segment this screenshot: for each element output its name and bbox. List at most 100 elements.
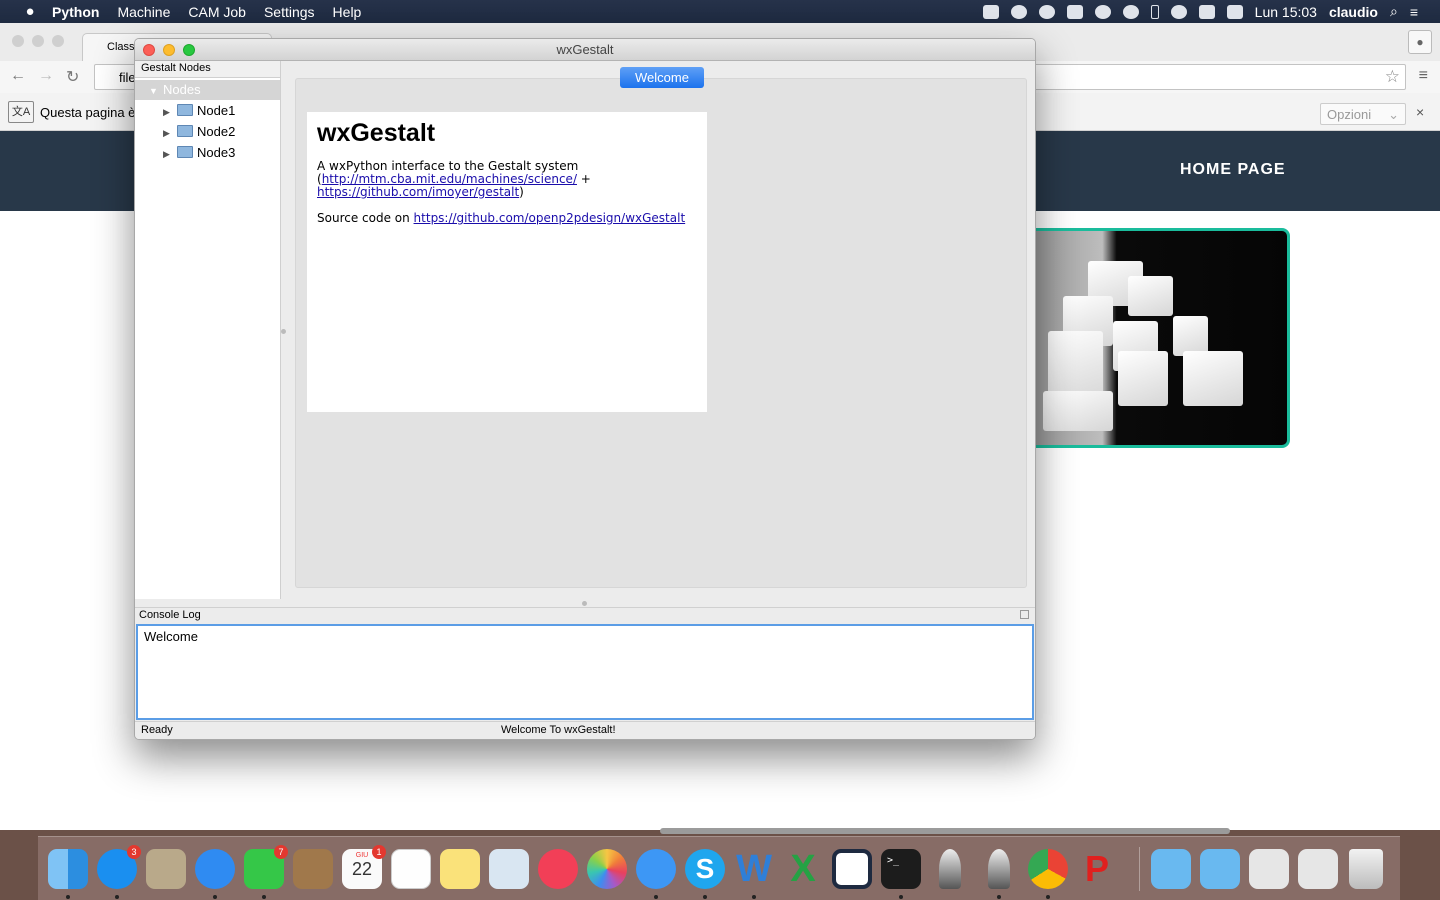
sync-icon[interactable] [1010,4,1027,19]
trash-icon[interactable] [1349,849,1383,889]
downloads-folder-icon[interactable] [1151,849,1191,889]
excel-icon[interactable]: X [783,849,823,889]
menu-settings[interactable]: Settings [264,4,315,20]
teamviewer-icon[interactable] [832,849,872,889]
home-page-link[interactable]: HOME PAGE [1180,161,1286,179]
document-stack-icon-2[interactable] [1298,849,1338,889]
options-dropdown[interactable]: Opzioni ⌄ [1320,103,1406,125]
menubar-clock[interactable]: Lun 15:03 [1255,4,1317,20]
facetime-icon[interactable]: 7 [244,845,288,889]
rocket-icon[interactable] [939,849,961,889]
menu-machine[interactable]: Machine [117,4,170,20]
menu-help[interactable]: Help [333,4,362,20]
window-titlebar[interactable]: wxGestalt [135,39,1035,61]
collapse-triangle-icon[interactable]: ▶ [163,107,177,118]
notification-center-icon[interactable]: ≡ [1410,4,1418,20]
collapse-triangle-icon[interactable]: ▶ [163,149,177,160]
calendar-icon[interactable]: GIU 22 1 [342,845,386,889]
messages-icon[interactable] [636,849,676,889]
menubar-user[interactable]: claudio [1329,4,1378,20]
document-stack-icon[interactable] [1249,849,1289,889]
bluetooth-icon[interactable] [1150,4,1159,19]
safari-icon[interactable] [195,849,235,889]
source-text: Source code on [317,211,414,225]
wxgestalt-window: wxGestalt Gestalt Nodes ▼ Nodes ▶ Node1 ▶ N… [134,38,1036,740]
translate-icon: 文A [8,101,34,123]
status-bar: Ready Welcome To wxGestalt! [135,721,1035,739]
spotlight-icon[interactable]: ⌕ [1390,3,1398,20]
menu-cam-job[interactable]: CAM Job [188,4,246,20]
close-infobar-icon[interactable]: × [1416,104,1424,120]
dropbox-icon[interactable] [982,4,999,19]
status-menus: Lun 15:03 claudio ⌕ ≡ [982,3,1418,20]
preview-icon[interactable] [489,849,529,889]
console-log-textarea[interactable]: Welcome [136,624,1034,720]
record-icon[interactable] [1038,4,1055,19]
contacts-icon[interactable] [293,849,333,889]
tab-welcome[interactable]: Welcome [620,67,704,88]
check-icon[interactable] [1066,4,1083,19]
window-minimize-icon[interactable] [163,44,175,56]
facetime-badge: 7 [274,845,288,859]
window-title: wxGestalt [556,42,614,57]
reload-icon[interactable]: ↻ [66,67,79,87]
acrobat-icon[interactable]: P [1077,849,1117,889]
battery-icon[interactable] [1226,4,1243,19]
reminders-icon[interactable] [391,849,431,889]
tree-item-node1[interactable]: ▶ Node1 [135,100,280,121]
skype-icon[interactable]: S [685,849,725,889]
dock-separator [1139,847,1140,891]
alert-icon[interactable] [1094,4,1111,19]
calendar-day: 22 [351,859,373,879]
back-icon[interactable]: ← [10,67,26,85]
splitter-grip-icon [281,329,286,334]
window-zoom-icon[interactable] [183,44,195,56]
rocket-icon-2[interactable] [988,849,1010,889]
volume-icon[interactable] [1198,4,1215,19]
expand-triangle-icon[interactable]: ▼ [149,86,163,96]
horizontal-splitter[interactable] [135,599,1035,607]
console-log-header: Console Log [135,607,1035,624]
documents-folder-icon[interactable] [1200,849,1240,889]
running-indicator [654,895,658,899]
tree-item-node3[interactable]: ▶ Node3 [135,142,280,163]
maximize-pane-icon[interactable] [1020,610,1029,619]
browser-zoom-icon[interactable] [52,35,64,47]
app-store-icon[interactable]: 3 [97,845,141,889]
horizontal-scrollbar[interactable] [660,828,1230,834]
app-store-badge: 3 [127,845,141,859]
terminal-icon[interactable]: >_ [881,849,921,889]
bookmark-star-icon[interactable]: ☆ [1385,67,1400,87]
running-indicator [703,895,707,899]
mtm-link[interactable]: http://mtm.cba.mit.edu/machines/science/ [322,172,577,186]
tree-root-nodes[interactable]: ▼ Nodes [135,80,280,100]
phone-icon[interactable] [1122,4,1139,19]
wifi-icon[interactable] [1170,4,1187,19]
running-indicator [66,895,70,899]
paren-close: ) [519,185,524,199]
collapse-triangle-icon[interactable]: ▶ [163,128,177,139]
apple-menu-icon[interactable]: ● [20,3,40,20]
gestalt-github-link[interactable]: https://github.com/imoyer/gestalt [317,185,519,199]
profile-icon[interactable]: ● [1408,30,1432,54]
tree-item-node2[interactable]: ▶ Node2 [135,121,280,142]
notebook: wxGestalt A wxPython interface to the Ge… [295,78,1027,588]
browser-menu-icon[interactable]: ≡ [1419,67,1428,85]
forward-icon[interactable]: → [38,67,54,85]
mail-stamp-icon[interactable] [146,849,186,889]
app-menu[interactable]: Python [52,4,99,20]
itunes-icon[interactable] [538,849,578,889]
chrome-icon[interactable] [1028,849,1068,889]
source-code-link[interactable]: https://github.com/openp2pdesign/wxGesta… [414,211,686,225]
gestalt-node-tree: Gestalt Nodes ▼ Nodes ▶ Node1 ▶ Node2 ▶ Node… [135,61,281,599]
browser-minimize-icon[interactable] [32,35,44,47]
intro-paragraph: A wxPython interface to the Gestalt syst… [317,160,707,199]
finder-icon[interactable] [48,849,88,889]
tree-item-label: Node1 [197,103,236,118]
photos-icon[interactable] [587,849,627,889]
notes-icon[interactable] [440,849,480,889]
browser-close-icon[interactable] [12,35,24,47]
window-close-icon[interactable] [143,44,155,56]
word-icon[interactable]: W [734,849,774,889]
status-center: Welcome To wxGestalt! [501,724,616,736]
